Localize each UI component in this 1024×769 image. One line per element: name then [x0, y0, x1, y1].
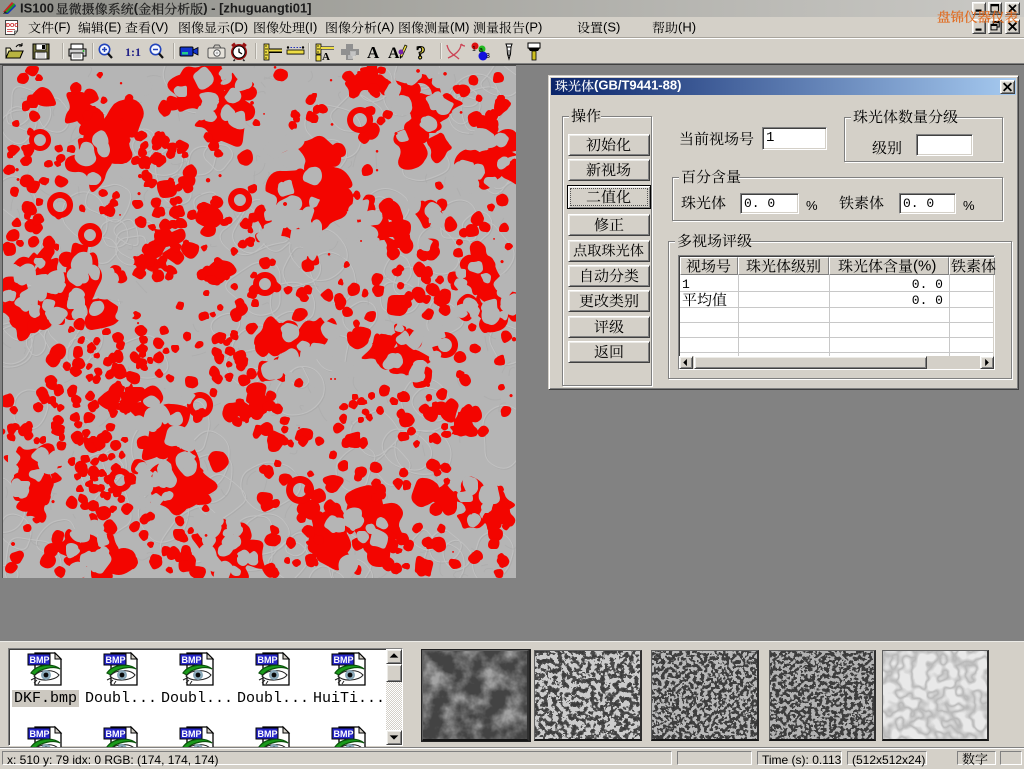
svg-text:(%): (%): [913, 257, 936, 274]
svg-text:A: A: [388, 45, 400, 62]
svg-text:IS100: IS100: [20, 1, 54, 16]
svg-text:(GB/T9441-88): (GB/T9441-88): [594, 78, 681, 93]
svg-text:(A): (A): [377, 19, 394, 34]
svg-text:) - [zhuguangti01]: ) - [zhuguangti01]: [203, 1, 311, 16]
svg-text:(F): (F): [54, 19, 71, 34]
svg-text:DOC: DOC: [6, 23, 18, 29]
svg-text:(I): (I): [305, 19, 317, 34]
svg-text:(D): (D): [230, 19, 248, 34]
svg-text:(E): (E): [104, 19, 121, 34]
svg-text:3: 3: [486, 53, 490, 60]
svg-text:A: A: [367, 43, 380, 62]
svg-text:1: 1: [472, 46, 476, 53]
svg-text:?: ?: [416, 43, 426, 64]
svg-text:a: a: [479, 47, 483, 54]
svg-text:(M): (M): [450, 19, 470, 34]
svg-text:(S): (S): [603, 19, 620, 34]
svg-text:A: A: [322, 51, 330, 63]
svg-text:(: (: [134, 1, 139, 16]
svg-text:(P): (P): [525, 19, 542, 34]
svg-text:(V): (V): [151, 19, 168, 34]
svg-text:(H): (H): [678, 19, 696, 34]
svg-text:1:1: 1:1: [125, 45, 141, 59]
